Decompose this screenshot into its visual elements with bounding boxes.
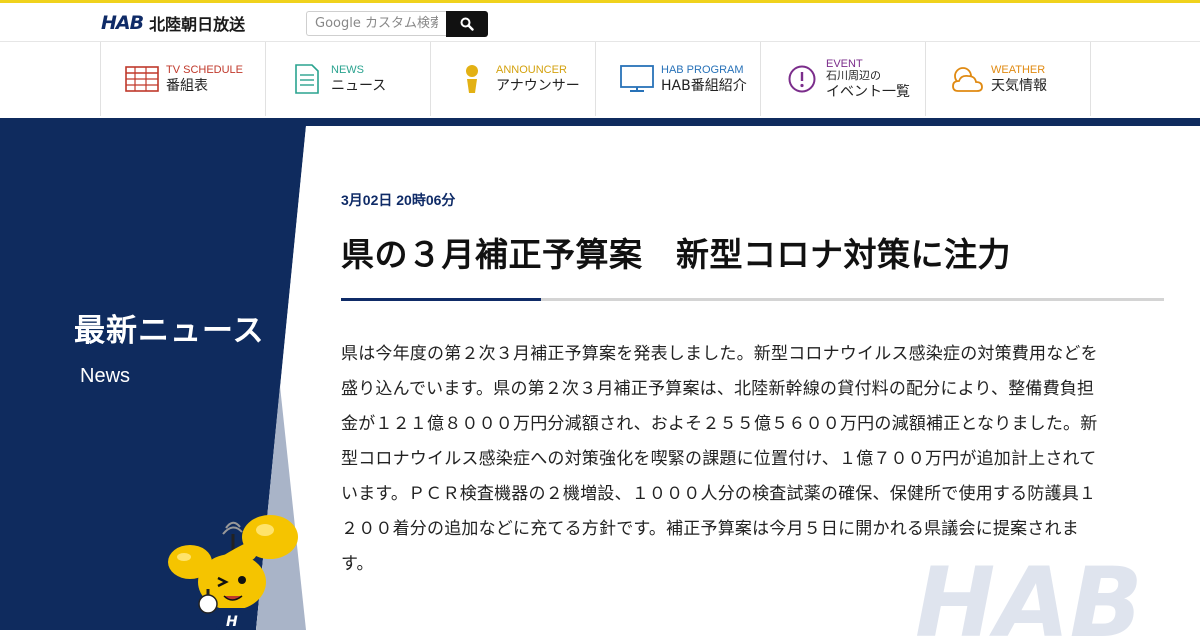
nav-jp-label: 石川周辺の: [826, 69, 881, 83]
announcer-icon: [453, 62, 491, 96]
nav-jp-label: 天気情報: [991, 77, 1047, 94]
title-underline: [341, 298, 1164, 301]
svg-text:H: H: [226, 614, 238, 630]
global-nav: TV SCHEDULE 番組表 NEWS ニュース ANNOUNCER アナウン…: [100, 42, 1091, 116]
article-date: 3月02日 20時06分: [341, 192, 456, 208]
nav-item-event[interactable]: EVENT 石川周辺の イベント一覧: [761, 42, 926, 116]
header-rule: [0, 118, 1200, 126]
news-icon: [288, 62, 326, 96]
nav-en-label: WEATHER: [991, 64, 1046, 77]
event-icon: [783, 62, 821, 96]
nav-jp-label: ニュース: [331, 77, 387, 94]
nav-jp-label: 番組表: [166, 77, 208, 94]
nav-jp-label: HAB番組紹介: [661, 77, 747, 94]
logo-mark: HAB: [101, 12, 144, 34]
title-underline-accent: [341, 298, 541, 301]
search-icon: [460, 17, 474, 31]
mascot-illustration: H: [168, 515, 298, 630]
section-title: 最新ニュース: [74, 313, 265, 349]
nav-item-tv-schedule[interactable]: TV SCHEDULE 番組表: [101, 42, 266, 116]
logo-text: 北陸朝日放送: [149, 15, 246, 34]
nav-item-news[interactable]: NEWS ニュース: [266, 42, 431, 116]
nav-item-weather[interactable]: WEATHER 天気情報: [926, 42, 1091, 116]
nav-en-label: NEWS: [331, 64, 364, 77]
program-icon: [618, 62, 656, 96]
search-input[interactable]: [306, 11, 446, 36]
nav-item-announcer[interactable]: ANNOUNCER アナウンサー: [431, 42, 596, 116]
hab-watermark: HAB: [915, 548, 1143, 638]
article-body: 県は今年度の第２次３月補正予算案を発表しました。新型コロナウイルス感染症の対策費…: [341, 344, 1098, 574]
watermark-text: HAB: [915, 548, 1143, 638]
site-header: HAB 北陸朝日放送: [0, 3, 1200, 41]
nav-en-label: ANNOUNCER: [496, 64, 567, 77]
search-button[interactable]: [446, 11, 488, 37]
nav-en-label: HAB PROGRAM: [661, 64, 744, 77]
weather-icon: [948, 62, 986, 96]
site-logo[interactable]: HAB 北陸朝日放送: [101, 12, 245, 34]
news-article: 3月02日 20時06分 県の３月補正予算案 新型コロナ対策に注力 県は今年度の…: [341, 190, 1164, 582]
nav-en-label: TV SCHEDULE: [166, 64, 244, 77]
tv-schedule-icon: [123, 62, 161, 96]
nav-item-hab-program[interactable]: HAB PROGRAM HAB番組紹介: [596, 42, 761, 116]
nav-jp-label: イベント一覧: [826, 84, 910, 101]
nav-jp-label: アナウンサー: [496, 77, 580, 94]
article-title: 県の３月補正予算案 新型コロナ対策に注力: [341, 235, 1011, 274]
section-subtitle: News: [80, 365, 131, 387]
